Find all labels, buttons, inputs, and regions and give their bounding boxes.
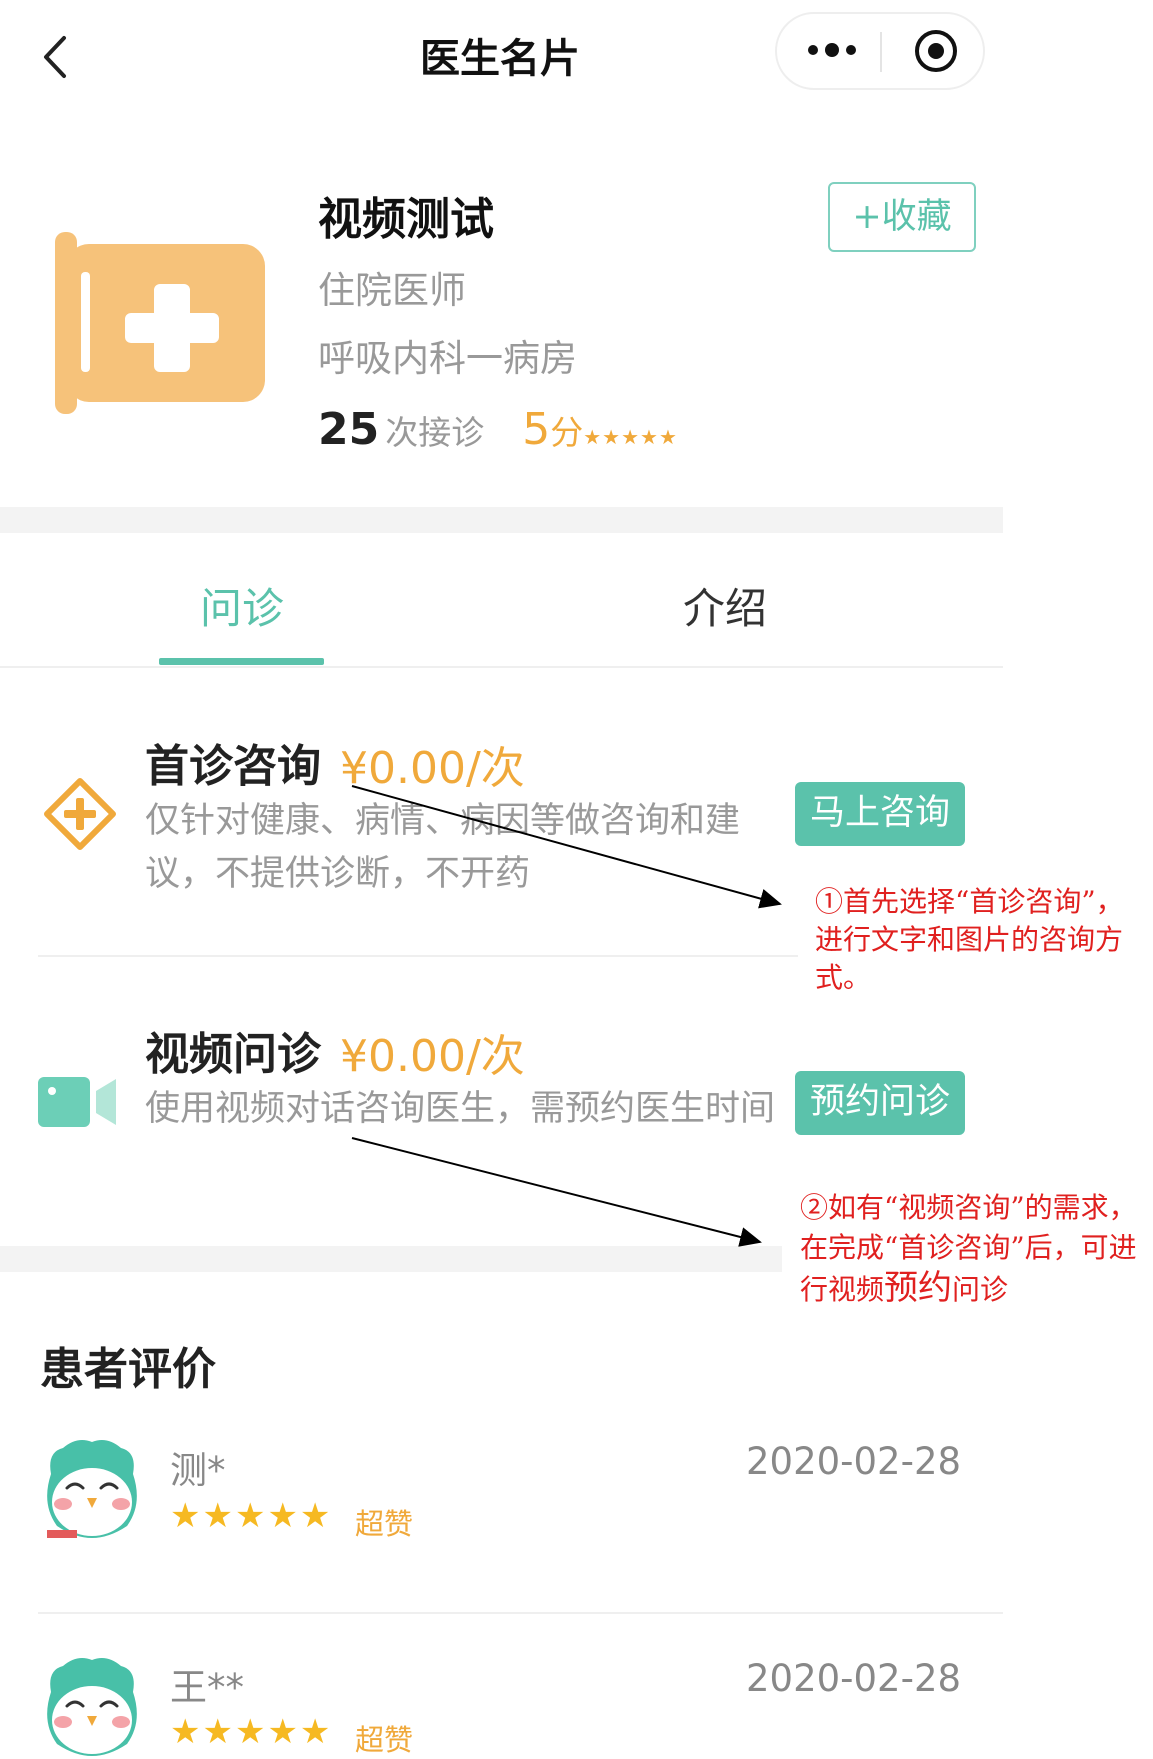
review-date: 2020-02-28	[746, 1657, 962, 1700]
review-stars: ★★★★★	[170, 1496, 333, 1536]
reviews-title: 患者评价	[40, 1344, 216, 1395]
annotation-arrow-1	[351, 785, 782, 909]
review-author: 王**	[170, 1666, 244, 1709]
annotation-note-1: ①首先选择“首诊咨询”，进行文字和图片的咨询方式。	[815, 885, 1124, 994]
annotation-note-2-part2: 问诊	[952, 1273, 1009, 1306]
review-stars: ★★★★★	[170, 1712, 333, 1752]
review-level: 超赞	[355, 1507, 414, 1541]
owl-avatar-icon	[47, 1440, 137, 1538]
owl-avatar-icon	[47, 1658, 137, 1756]
annotation-note-2: ②如有“视频咨询”的需求，在完成“首诊咨询”后，可进行视频预约问诊	[800, 1188, 1150, 1310]
review-date: 2020-02-28	[746, 1440, 962, 1483]
annotation-note-2-emphasis: 预约	[884, 1268, 953, 1308]
review-divider	[38, 1612, 1003, 1614]
review-author: 测*	[170, 1449, 226, 1492]
review-level: 超赞	[355, 1723, 414, 1757]
annotation-arrow-2	[351, 1137, 762, 1247]
